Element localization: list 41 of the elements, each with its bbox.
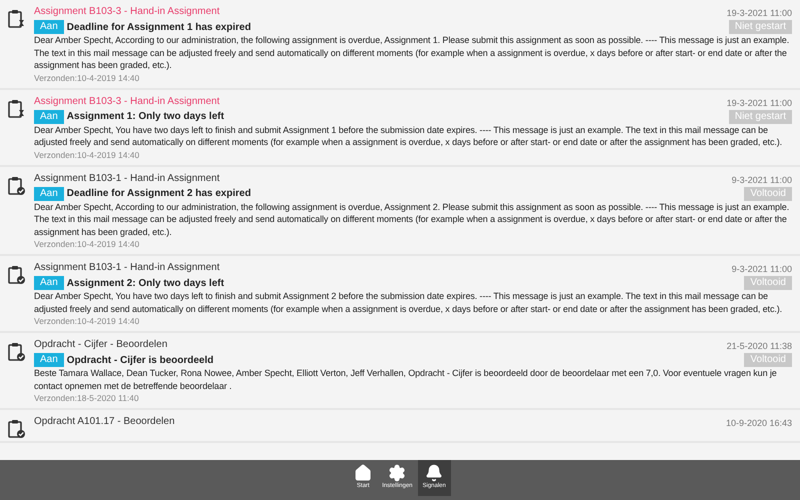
recipient-badge: Aan — [34, 186, 64, 200]
message-body: Dear Amber Specht, You have two days left to finish and submit Assignment 2 before the submission date expires. ---- This message is just an example. The text in this mail message can be adjusted freely and send automatically on different moments (for example when a assignment is overdue, x days before or after start- or end date or after the assignment has been graded, etc.). — [34, 290, 784, 315]
message-subject: Assignment 2: Only two days left — [66, 276, 224, 290]
date-text: 9-3-2021 11:00 — [732, 263, 792, 276]
sent-date: Verzonden:18-5-2020 11:40 — [34, 392, 140, 404]
recipient-badge: Aan — [34, 276, 64, 290]
sent-date: Verzonden:10-4-2019 14:40 — [34, 315, 140, 327]
message-body: Dear Amber Specht, According to our administration, the following assignment is overdue, Assignment 2. Please submit this assignment as soon as possible. ---- This message is just an example. The text in this mail message can be adjusted freely and send automatically on different moments (for example when a assignment is overdue, x days before or after start- or end date or after the assignment has been graded, etc.). — [34, 200, 790, 238]
sent-date: Verzonden:10-4-2019 14:40 — [34, 148, 140, 160]
assignment-title: Opdracht - Cijfer - Beoordelen — [34, 338, 168, 351]
clipboard-hourglass-icon — [8, 9, 26, 29]
home-icon — [354, 464, 372, 482]
message-subject: Deadline for Assignment 2 has expired — [66, 187, 251, 200]
assignment-title: Assignment B103-1 - Hand-in Assignment — [34, 261, 220, 274]
assignment-title: Assignment B103-1 - Hand-in Assignment — [34, 172, 220, 184]
clipboard-hourglass-icon — [8, 98, 26, 118]
date-text: 10-9-2020 16:43 — [726, 417, 792, 430]
sent-date: Verzonden:10-4-2019 14:40 — [34, 238, 140, 250]
message-subject: Opdracht - Cijfer is beoordeeld — [66, 354, 214, 366]
message-body: Dear Amber Specht, You have two days left to finish and submit Assignment 1 before the submission date expires. ---- This message is just an example. The text in this mail message can be adjusted freely and send automatically on different moments (for example when a assignment is overdue, x days before or after start- or end date or after the assignment has been graded, etc.). — [34, 124, 784, 148]
assignment-title: Assignment B103-3 - Hand-in Assignment — [34, 5, 220, 18]
clipboard-check-icon — [8, 176, 26, 196]
recipient-badge: Aan — [34, 353, 64, 367]
message-body: Dear Amber Specht, According to our administration, the following assignment is overdue, Assignment 1. Please submit this assignment as soon as possible. ---- This message is just an example. The text in this mail message can be adjusted freely and send automatically on different moments (for example when a assignment is overdue, x days before or after start- or end date or after the assignment has been graded, etc.). — [34, 34, 790, 72]
recipient-badge: Aan — [34, 20, 64, 34]
date-text: 21-5-2020 11:38 — [726, 340, 792, 353]
date-text: 19-3-2021 11:00 — [726, 7, 792, 20]
message-body: Beste Tamara Wallace, Dean Tucker, Rona Nowee, Amber Specht, Elliott Verton, Jeff Verhallen, Opdracht - Cijfer is beoordeeld door de beoordelaar met een 7,0. Voor eventuele vragen kun je contact opnemen met de betreffende beoordelaar . — [34, 367, 778, 392]
sent-date: Verzonden:10-4-2019 14:40 — [34, 72, 140, 84]
message-subject: Assignment 1: Only two days left — [66, 110, 224, 123]
date-text: 19-3-2021 11:00 — [726, 96, 792, 110]
message-subject: Deadline for Assignment 1 has expired — [66, 20, 251, 34]
bell-icon — [425, 464, 444, 482]
assignment-title: Assignment B103-3 - Hand-in Assignment — [34, 94, 220, 108]
date-text: 9-3-2021 11:00 — [732, 174, 792, 186]
clipboard-check-icon — [8, 419, 26, 439]
recipient-badge: Aan — [34, 110, 64, 124]
assignment-title: Opdracht A101.17 - Beoordelen — [34, 415, 175, 428]
clipboard-check-icon — [8, 342, 26, 362]
settings-icon — [388, 464, 406, 482]
clipboard-check-icon — [8, 265, 26, 285]
